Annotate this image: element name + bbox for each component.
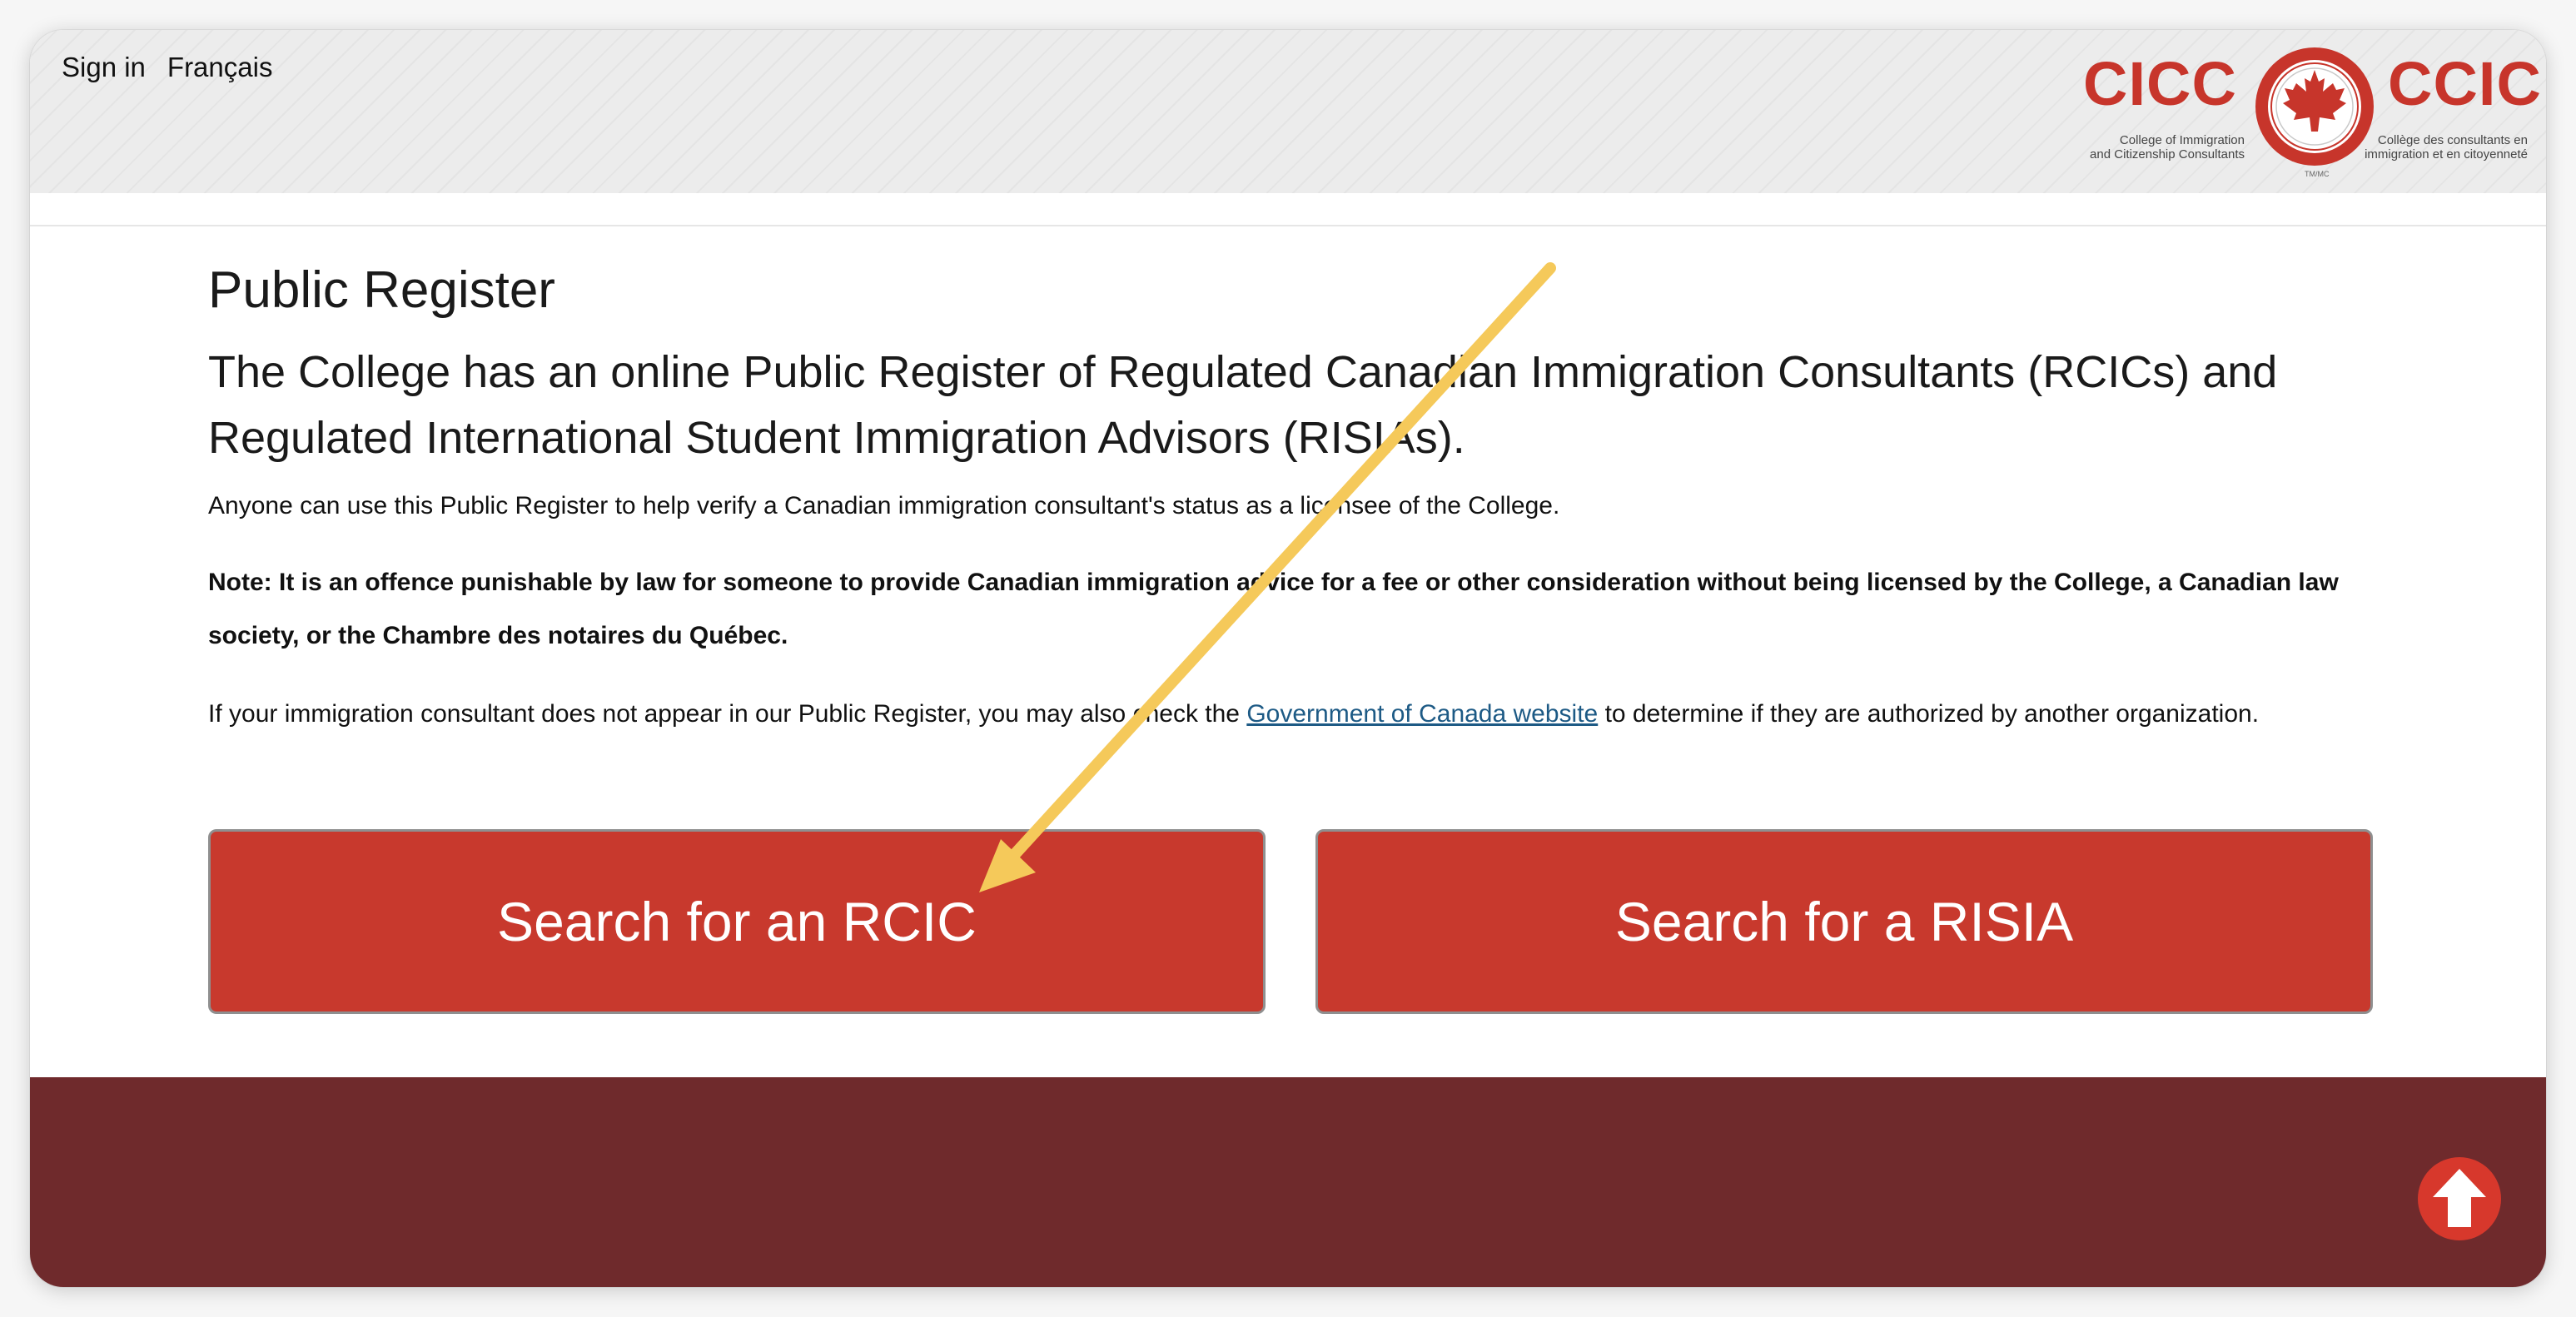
main-content: Public Register The College has an onlin… bbox=[208, 258, 2406, 741]
site-header: Sign in Français CICC College of Immigra… bbox=[30, 30, 2546, 193]
search-buttons: Search for an RCIC Search for a RISIA bbox=[208, 829, 2406, 1017]
gov-text-before: If your immigration consultant does not … bbox=[208, 700, 1247, 728]
search-risia-button[interactable]: Search for a RISIA bbox=[1315, 829, 2373, 1014]
cicc-logo[interactable]: CICC College of Immigration and Citizens… bbox=[2080, 45, 2541, 186]
language-toggle-link[interactable]: Français bbox=[167, 52, 273, 83]
government-of-canada-link[interactable]: Government of Canada website bbox=[1246, 700, 1598, 728]
logo-subtitle-french: Collège des consultants en immigration e… bbox=[2365, 133, 2528, 162]
intro-paragraph: Anyone can use this Public Register to h… bbox=[208, 492, 1560, 519]
legal-note: Note: It is an offence punishable by law… bbox=[208, 569, 2339, 649]
header-links: Sign in Français bbox=[62, 52, 272, 83]
back-to-top-button[interactable] bbox=[2418, 1157, 2501, 1240]
page-title: Public Register bbox=[208, 261, 555, 319]
logo-subtitle-english: College of Immigration and Citizenship C… bbox=[2090, 133, 2245, 162]
logo-trademark: TM/MC bbox=[2305, 170, 2330, 178]
government-info-paragraph: If your immigration consultant does not … bbox=[208, 688, 2406, 741]
gov-text-after: to determine if they are authorized by a… bbox=[1598, 700, 2260, 728]
sign-in-link[interactable]: Sign in bbox=[62, 52, 146, 83]
logo-word-ccic: CCIC bbox=[2388, 49, 2542, 118]
browser-window: Sign in Français CICC College of Immigra… bbox=[30, 30, 2546, 1287]
search-rcic-button[interactable]: Search for an RCIC bbox=[208, 829, 1266, 1014]
lead-paragraph: The College has an online Public Registe… bbox=[208, 347, 2278, 463]
logo-word-cicc: CICC bbox=[2083, 49, 2237, 118]
header-divider bbox=[30, 225, 2546, 226]
site-footer bbox=[30, 1077, 2546, 1287]
arrow-up-icon bbox=[2433, 1169, 2486, 1227]
